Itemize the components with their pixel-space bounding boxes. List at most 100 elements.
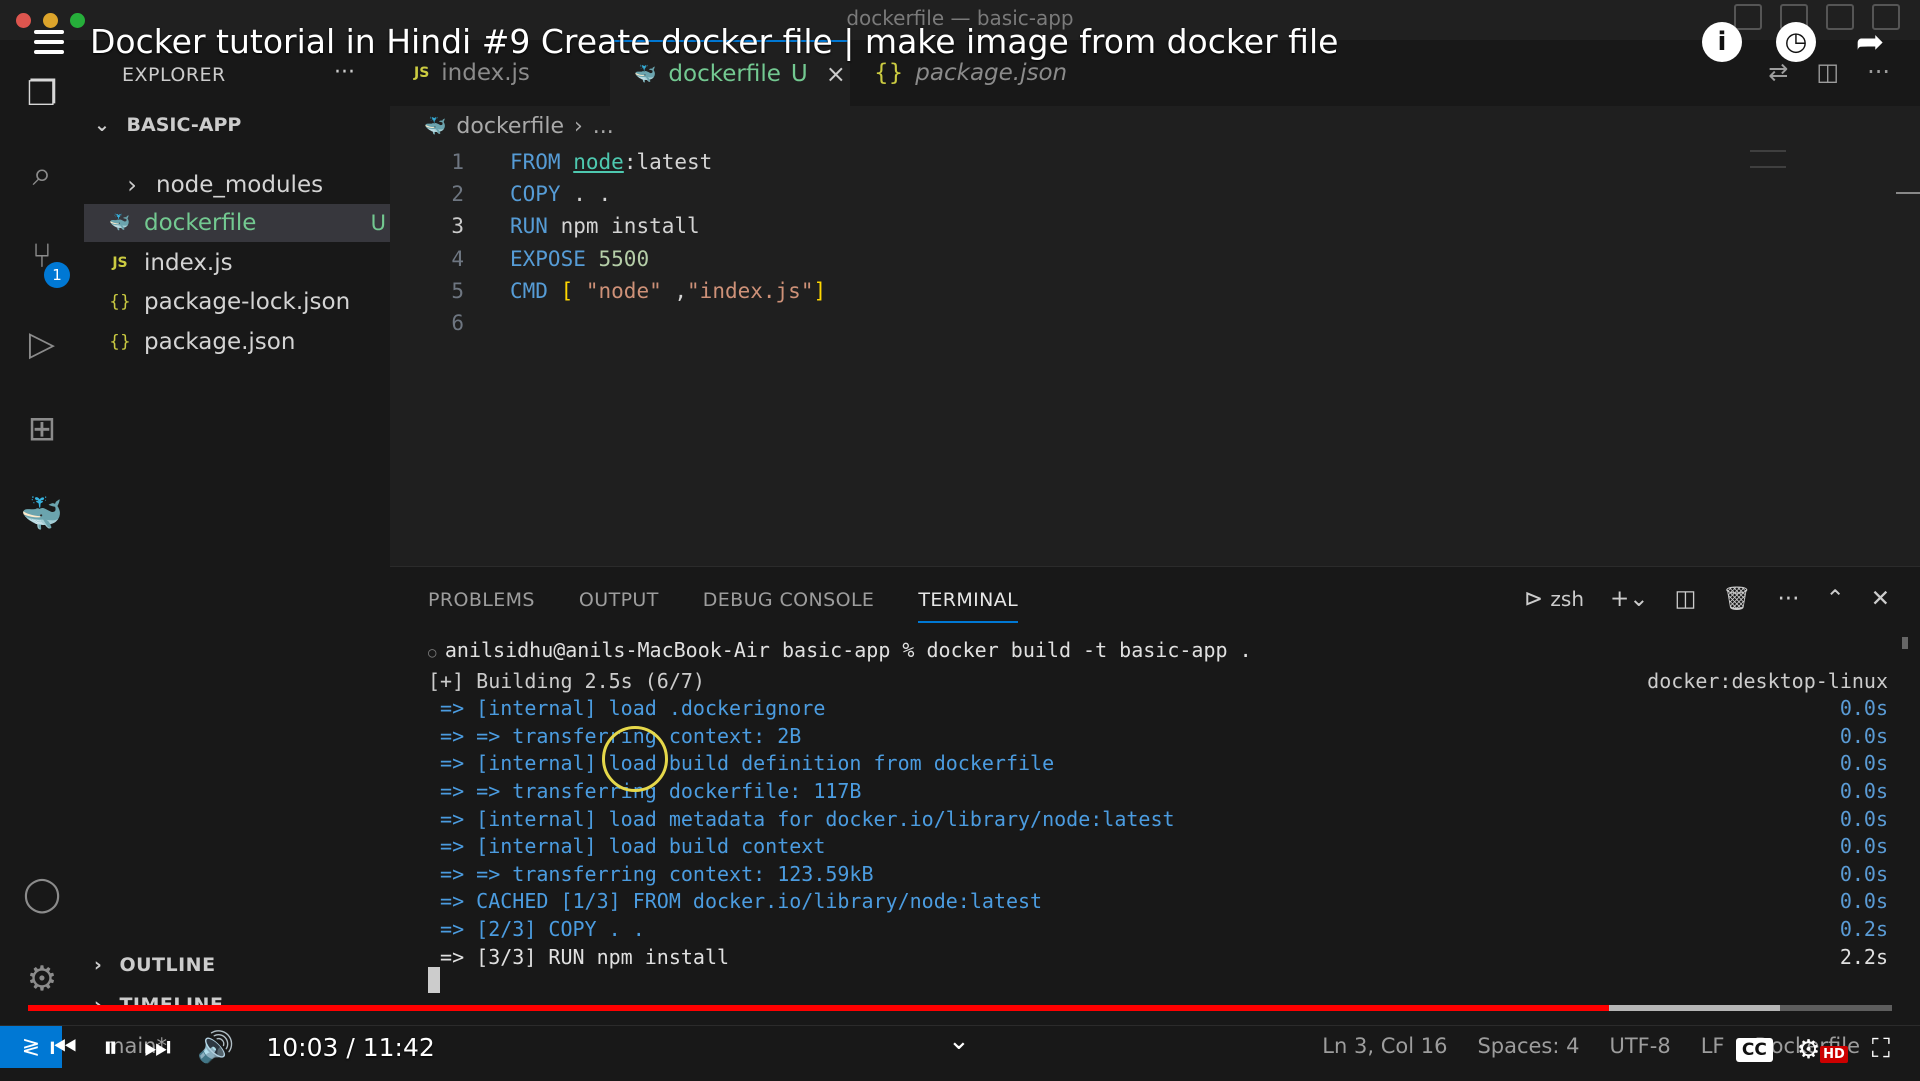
folder-label: BASIC-APP bbox=[126, 114, 242, 136]
indentation[interactable]: Spaces: 4 bbox=[1477, 1034, 1579, 1058]
terminal-cursor bbox=[428, 967, 440, 993]
clock-icon[interactable]: ◷ bbox=[1776, 22, 1816, 62]
close-tab-icon[interactable]: × bbox=[826, 60, 846, 88]
explorer-title: EXPLORER bbox=[122, 64, 226, 86]
open-changes-icon[interactable]: ⇄ bbox=[1768, 58, 1788, 86]
activity-bar: ❐ ⌕ ⑂ 1 ▷ ⊞ 🐳 ◯ ⚙ bbox=[0, 40, 84, 1025]
video-played-fill bbox=[28, 1005, 1609, 1011]
hd-badge: HD bbox=[1820, 1045, 1848, 1063]
panel-actions: ⊳ zsh +⌄ ◫ 🗑 ··· ⌃ ✕ bbox=[1524, 585, 1890, 613]
more-actions-icon[interactable]: ··· bbox=[1867, 58, 1890, 86]
code-line-4[interactable]: EXPOSE 5500 bbox=[510, 247, 649, 271]
untracked-badge: U bbox=[790, 61, 808, 87]
extensions-icon[interactable]: ⊞ bbox=[18, 405, 66, 453]
tree-item-label: node_modules bbox=[156, 172, 324, 198]
tree-item-package-json[interactable]: {} package.json bbox=[84, 323, 414, 361]
account-icon[interactable]: ◯ bbox=[18, 870, 66, 918]
pause-icon[interactable]: ⏸ bbox=[103, 1030, 118, 1065]
cursor-position[interactable]: Ln 3, Col 16 bbox=[1322, 1034, 1447, 1058]
explorer-sidebar: EXPLORER ··· ⌄ BASIC-APP › node_modules … bbox=[84, 40, 414, 1025]
split-editor-icon[interactable]: ◫ bbox=[1816, 58, 1839, 86]
search-icon[interactable]: ⌕ bbox=[18, 150, 66, 198]
docker-file-icon: 🐳 bbox=[109, 213, 131, 233]
more-actions-icon[interactable]: ··· bbox=[1778, 586, 1800, 612]
bottom-panel: PROBLEMS OUTPUT DEBUG CONSOLE TERMINAL ⊳… bbox=[390, 566, 1920, 1026]
chevron-right-icon: › bbox=[573, 114, 583, 139]
video-actions: i ◷ ➦ bbox=[1702, 22, 1890, 62]
terminal-line: => [internal] load metadata for docker.i… bbox=[428, 806, 1888, 831]
minimap[interactable] bbox=[1750, 150, 1786, 168]
code-editor[interactable]: 1 FROM node:latest 2 COPY . . 3 RUN npm … bbox=[390, 106, 1920, 566]
share-icon[interactable]: ➦ bbox=[1850, 22, 1890, 62]
fullscreen-exit-icon[interactable]: ⛶ bbox=[1872, 1034, 1890, 1065]
line-number: 5 bbox=[451, 279, 464, 303]
settings-gear-icon[interactable]: ⚙ HD bbox=[1797, 1035, 1848, 1065]
breadcrumb-symbol[interactable]: ... bbox=[593, 114, 614, 139]
video-progress-bar[interactable] bbox=[28, 1005, 1892, 1011]
docker-file-icon: 🐳 bbox=[634, 63, 657, 85]
editor-scrollbar[interactable] bbox=[1896, 192, 1920, 194]
folder-basic-app[interactable]: ⌄ BASIC-APP bbox=[94, 114, 241, 136]
breadcrumb[interactable]: 🐳 dockerfile › ... bbox=[424, 114, 614, 139]
docker-icon[interactable]: 🐳 bbox=[18, 490, 66, 538]
tree-item-index-js[interactable]: JS index.js bbox=[84, 244, 414, 282]
tree-item-dockerfile[interactable]: 🐳 dockerfile U bbox=[84, 204, 414, 242]
json-file-icon: {} bbox=[109, 292, 131, 312]
terminal-line: => => transferring context: 123.59kB 0.0s bbox=[428, 861, 1888, 886]
info-icon[interactable]: i bbox=[1702, 22, 1742, 62]
explorer-icon[interactable]: ❐ bbox=[18, 70, 66, 118]
video-title[interactable]: Docker tutorial in Hindi #9 Create docke… bbox=[90, 22, 1338, 61]
tab-label: package.json bbox=[915, 60, 1068, 86]
run-debug-icon[interactable]: ▷ bbox=[18, 320, 66, 368]
tree-item-label: package.json bbox=[144, 329, 296, 355]
tab-terminal[interactable]: TERMINAL bbox=[918, 589, 1019, 623]
volume-icon[interactable]: 🔊 bbox=[197, 1030, 234, 1065]
tree-item-package-lock[interactable]: {} package-lock.json bbox=[84, 283, 414, 321]
tab-label: dockerfile bbox=[668, 61, 781, 87]
breadcrumb-file[interactable]: dockerfile bbox=[456, 114, 564, 139]
tab-label: index.js bbox=[441, 60, 530, 86]
settings-gear-icon[interactable]: ⚙ bbox=[18, 955, 66, 1003]
encoding[interactable]: UTF-8 bbox=[1609, 1034, 1670, 1058]
code-line-3[interactable]: RUN npm install bbox=[510, 214, 700, 238]
outline-section[interactable]: › OUTLINE bbox=[94, 954, 216, 976]
chevron-right-icon: › bbox=[127, 171, 137, 199]
close-panel-icon[interactable]: ✕ bbox=[1871, 586, 1890, 612]
code-line-2[interactable]: COPY . . bbox=[510, 182, 611, 206]
terminal-shell-selector[interactable]: ⊳ zsh bbox=[1524, 586, 1584, 612]
terminal-line: => CACHED [1/3] FROM docker.io/library/n… bbox=[428, 889, 1888, 914]
captions-button[interactable]: CC bbox=[1735, 1037, 1773, 1062]
trash-icon[interactable]: 🗑 bbox=[1722, 585, 1751, 612]
terminal-line: => [2/3] COPY . . 0.2s bbox=[428, 916, 1888, 941]
terminal-output[interactable]: ○ anilsidhu@anils-MacBook-Air basic-app … bbox=[428, 637, 1888, 971]
tab-problems[interactable]: PROBLEMS bbox=[428, 589, 535, 623]
menu-icon[interactable] bbox=[34, 30, 64, 60]
maximize-panel-icon[interactable]: ⌃ bbox=[1825, 586, 1844, 612]
code-line-1[interactable]: FROM node:latest bbox=[510, 150, 712, 174]
line-number: 3 bbox=[451, 214, 464, 238]
video-time: 10:03 / 11:42 bbox=[266, 1033, 435, 1062]
untracked-badge: U bbox=[370, 211, 386, 235]
mouse-click-highlight bbox=[602, 726, 668, 792]
chevron-right-icon: › bbox=[94, 954, 103, 976]
split-terminal-icon[interactable]: ◫ bbox=[1675, 586, 1697, 612]
previous-icon[interactable]: ⏮ bbox=[50, 1030, 77, 1065]
code-line-5[interactable]: CMD [ "node" ,"index.js"] bbox=[510, 279, 826, 303]
tree-item-label: dockerfile bbox=[144, 210, 257, 236]
tab-debug-console[interactable]: DEBUG CONSOLE bbox=[703, 589, 875, 623]
editor-actions: ⇄ ◫ ··· bbox=[1768, 58, 1890, 86]
scm-count-badge: 1 bbox=[44, 262, 70, 288]
tree-item-node-modules[interactable]: › node_modules bbox=[84, 166, 426, 204]
terminal-icon: ⊳ bbox=[1523, 585, 1544, 612]
terminal-scrollbar[interactable] bbox=[1902, 637, 1908, 649]
tab-output[interactable]: OUTPUT bbox=[579, 589, 659, 623]
panel-tabs: PROBLEMS OUTPUT DEBUG CONSOLE TERMINAL bbox=[428, 589, 1019, 623]
chevron-down-icon[interactable]: ⌄ bbox=[948, 1026, 970, 1056]
line-number: 4 bbox=[451, 247, 464, 271]
js-file-icon: JS bbox=[112, 255, 128, 271]
next-icon[interactable]: ⏭ bbox=[144, 1030, 171, 1065]
line-ending[interactable]: LF bbox=[1701, 1034, 1725, 1058]
terminal-line: => [3/3] RUN npm install 2.2s bbox=[428, 944, 1888, 969]
new-terminal-icon[interactable]: +⌄ bbox=[1610, 586, 1649, 612]
more-actions-icon[interactable]: ··· bbox=[334, 60, 355, 85]
